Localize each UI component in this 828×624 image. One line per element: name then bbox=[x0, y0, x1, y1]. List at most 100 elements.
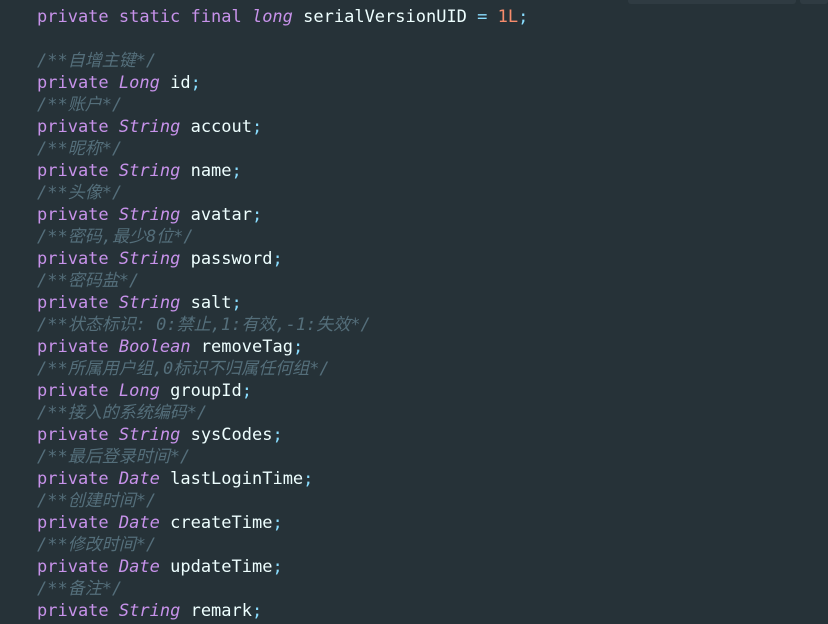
type: String bbox=[118, 117, 181, 137]
type: long bbox=[251, 7, 293, 27]
comment: /**修改时间*/ bbox=[37, 535, 157, 555]
semicolon: ; bbox=[303, 469, 314, 489]
code-line-comment: /**头像*/ bbox=[37, 182, 528, 204]
code-line-field: private String password; bbox=[37, 248, 528, 270]
comment: /**账户*/ bbox=[37, 95, 123, 115]
code-line-comment: /**账户*/ bbox=[37, 94, 528, 116]
type: String bbox=[118, 293, 181, 313]
code-line-field: private Date createTime; bbox=[37, 512, 528, 534]
code-line-field: private String sysCodes; bbox=[37, 424, 528, 446]
number-literal: 1L bbox=[497, 7, 519, 27]
identifier: removeTag bbox=[200, 337, 293, 357]
keyword: private bbox=[37, 73, 109, 93]
identifier: createTime bbox=[170, 513, 273, 533]
semicolon: ; bbox=[241, 381, 253, 401]
semicolon: ; bbox=[272, 513, 283, 533]
comment: /**昵称*/ bbox=[37, 139, 123, 159]
identifier: password bbox=[190, 249, 273, 269]
comment: /**状态标识: 0:禁止,1:有效,-1:失效*/ bbox=[37, 315, 371, 335]
code-line-field: private String avatar; bbox=[37, 204, 528, 226]
tab-edge-2[interactable] bbox=[800, 0, 828, 4]
type: Long bbox=[118, 381, 160, 401]
code-line-comment: /**最后登录时间*/ bbox=[37, 446, 528, 468]
type: Long bbox=[118, 73, 160, 93]
code-line-serial: private static final long serialVersionU… bbox=[37, 6, 528, 28]
tab-edge-1[interactable] bbox=[628, 0, 796, 4]
keyword: private bbox=[37, 205, 109, 225]
code-lines[interactable]: private static final long serialVersionU… bbox=[37, 6, 528, 622]
comment: /**密码盐*/ bbox=[37, 271, 140, 291]
comment: /**最后登录时间*/ bbox=[37, 447, 191, 467]
code-line-comment: /**密码盐*/ bbox=[37, 270, 528, 292]
type: String bbox=[118, 161, 181, 181]
type: Boolean bbox=[118, 337, 191, 357]
code-line-field: private Long groupId; bbox=[37, 380, 528, 402]
keyword: private bbox=[37, 513, 109, 533]
keyword: private bbox=[37, 469, 109, 489]
code-line-field: private String name; bbox=[37, 160, 528, 182]
type: String bbox=[118, 425, 181, 445]
semicolon: ; bbox=[272, 249, 283, 269]
keyword: private static final bbox=[37, 7, 242, 27]
semicolon: ; bbox=[252, 117, 263, 137]
type: String bbox=[118, 601, 181, 621]
identifier: remark bbox=[190, 601, 252, 621]
identifier: sysCodes bbox=[190, 425, 273, 445]
comment: /**头像*/ bbox=[37, 183, 123, 203]
comment: /**所属用户组,0标识不归属任何组*/ bbox=[37, 359, 330, 379]
type: String bbox=[118, 249, 181, 269]
semicolon: ; bbox=[252, 205, 263, 225]
code-line-field: private Boolean removeTag; bbox=[37, 336, 528, 358]
semicolon: ; bbox=[292, 337, 304, 357]
code-line-comment: /**昵称*/ bbox=[37, 138, 528, 160]
code-line-comment: /**接入的系统编码*/ bbox=[37, 402, 528, 424]
keyword: private bbox=[37, 557, 109, 577]
keyword: private bbox=[37, 601, 109, 621]
keyword: private bbox=[37, 117, 109, 137]
identifier: groupId bbox=[170, 381, 242, 401]
code-line-blank bbox=[37, 28, 528, 50]
code-line-comment: /**备注*/ bbox=[37, 578, 528, 600]
semicolon: ; bbox=[231, 293, 242, 313]
semicolon: ; bbox=[272, 425, 283, 445]
code-line-field: private Long id; bbox=[37, 72, 528, 94]
comment: /**密码,最少8位*/ bbox=[37, 227, 194, 247]
identifier: avatar bbox=[190, 205, 252, 225]
semicolon: ; bbox=[190, 73, 201, 93]
keyword: private bbox=[37, 425, 109, 445]
identifier: salt bbox=[190, 293, 232, 313]
type: Date bbox=[118, 557, 160, 577]
semicolon: ; bbox=[272, 557, 283, 577]
code-line-comment: /**自增主键*/ bbox=[37, 50, 528, 72]
code-line-field: private Date updateTime; bbox=[37, 556, 528, 578]
identifier: id bbox=[170, 73, 191, 93]
keyword: private bbox=[37, 249, 109, 269]
type: Date bbox=[118, 469, 160, 489]
keyword: private bbox=[37, 293, 109, 313]
identifier: name bbox=[190, 161, 232, 181]
code-editor[interactable]: private static final long serialVersionU… bbox=[0, 0, 828, 624]
identifier: lastLoginTime bbox=[170, 469, 304, 489]
code-line-comment: /**创建时间*/ bbox=[37, 490, 528, 512]
type: String bbox=[118, 205, 181, 225]
code-line-field: private String accout; bbox=[37, 116, 528, 138]
code-line-comment: /**密码,最少8位*/ bbox=[37, 226, 528, 248]
semicolon: ; bbox=[252, 601, 263, 621]
keyword: private bbox=[37, 381, 109, 401]
type: Date bbox=[118, 513, 160, 533]
code-line-field: private String salt; bbox=[37, 292, 528, 314]
code-line-comment: /**修改时间*/ bbox=[37, 534, 528, 556]
identifier: updateTime bbox=[170, 557, 273, 577]
keyword: private bbox=[37, 337, 109, 357]
semicolon: ; bbox=[518, 7, 529, 27]
code-line-comment: /**状态标识: 0:禁止,1:有效,-1:失效*/ bbox=[37, 314, 528, 336]
comment: /**接入的系统编码*/ bbox=[37, 403, 208, 423]
keyword: private bbox=[37, 161, 109, 181]
comment: /**自增主键*/ bbox=[37, 51, 157, 71]
operator: = bbox=[477, 7, 488, 27]
code-line-comment: /**所属用户组,0标识不归属任何组*/ bbox=[37, 358, 528, 380]
comment: /**创建时间*/ bbox=[37, 491, 157, 511]
tab-bar-edge bbox=[628, 0, 828, 4]
code-line-field: private String remark; bbox=[37, 600, 528, 622]
comment: /**备注*/ bbox=[37, 579, 123, 599]
